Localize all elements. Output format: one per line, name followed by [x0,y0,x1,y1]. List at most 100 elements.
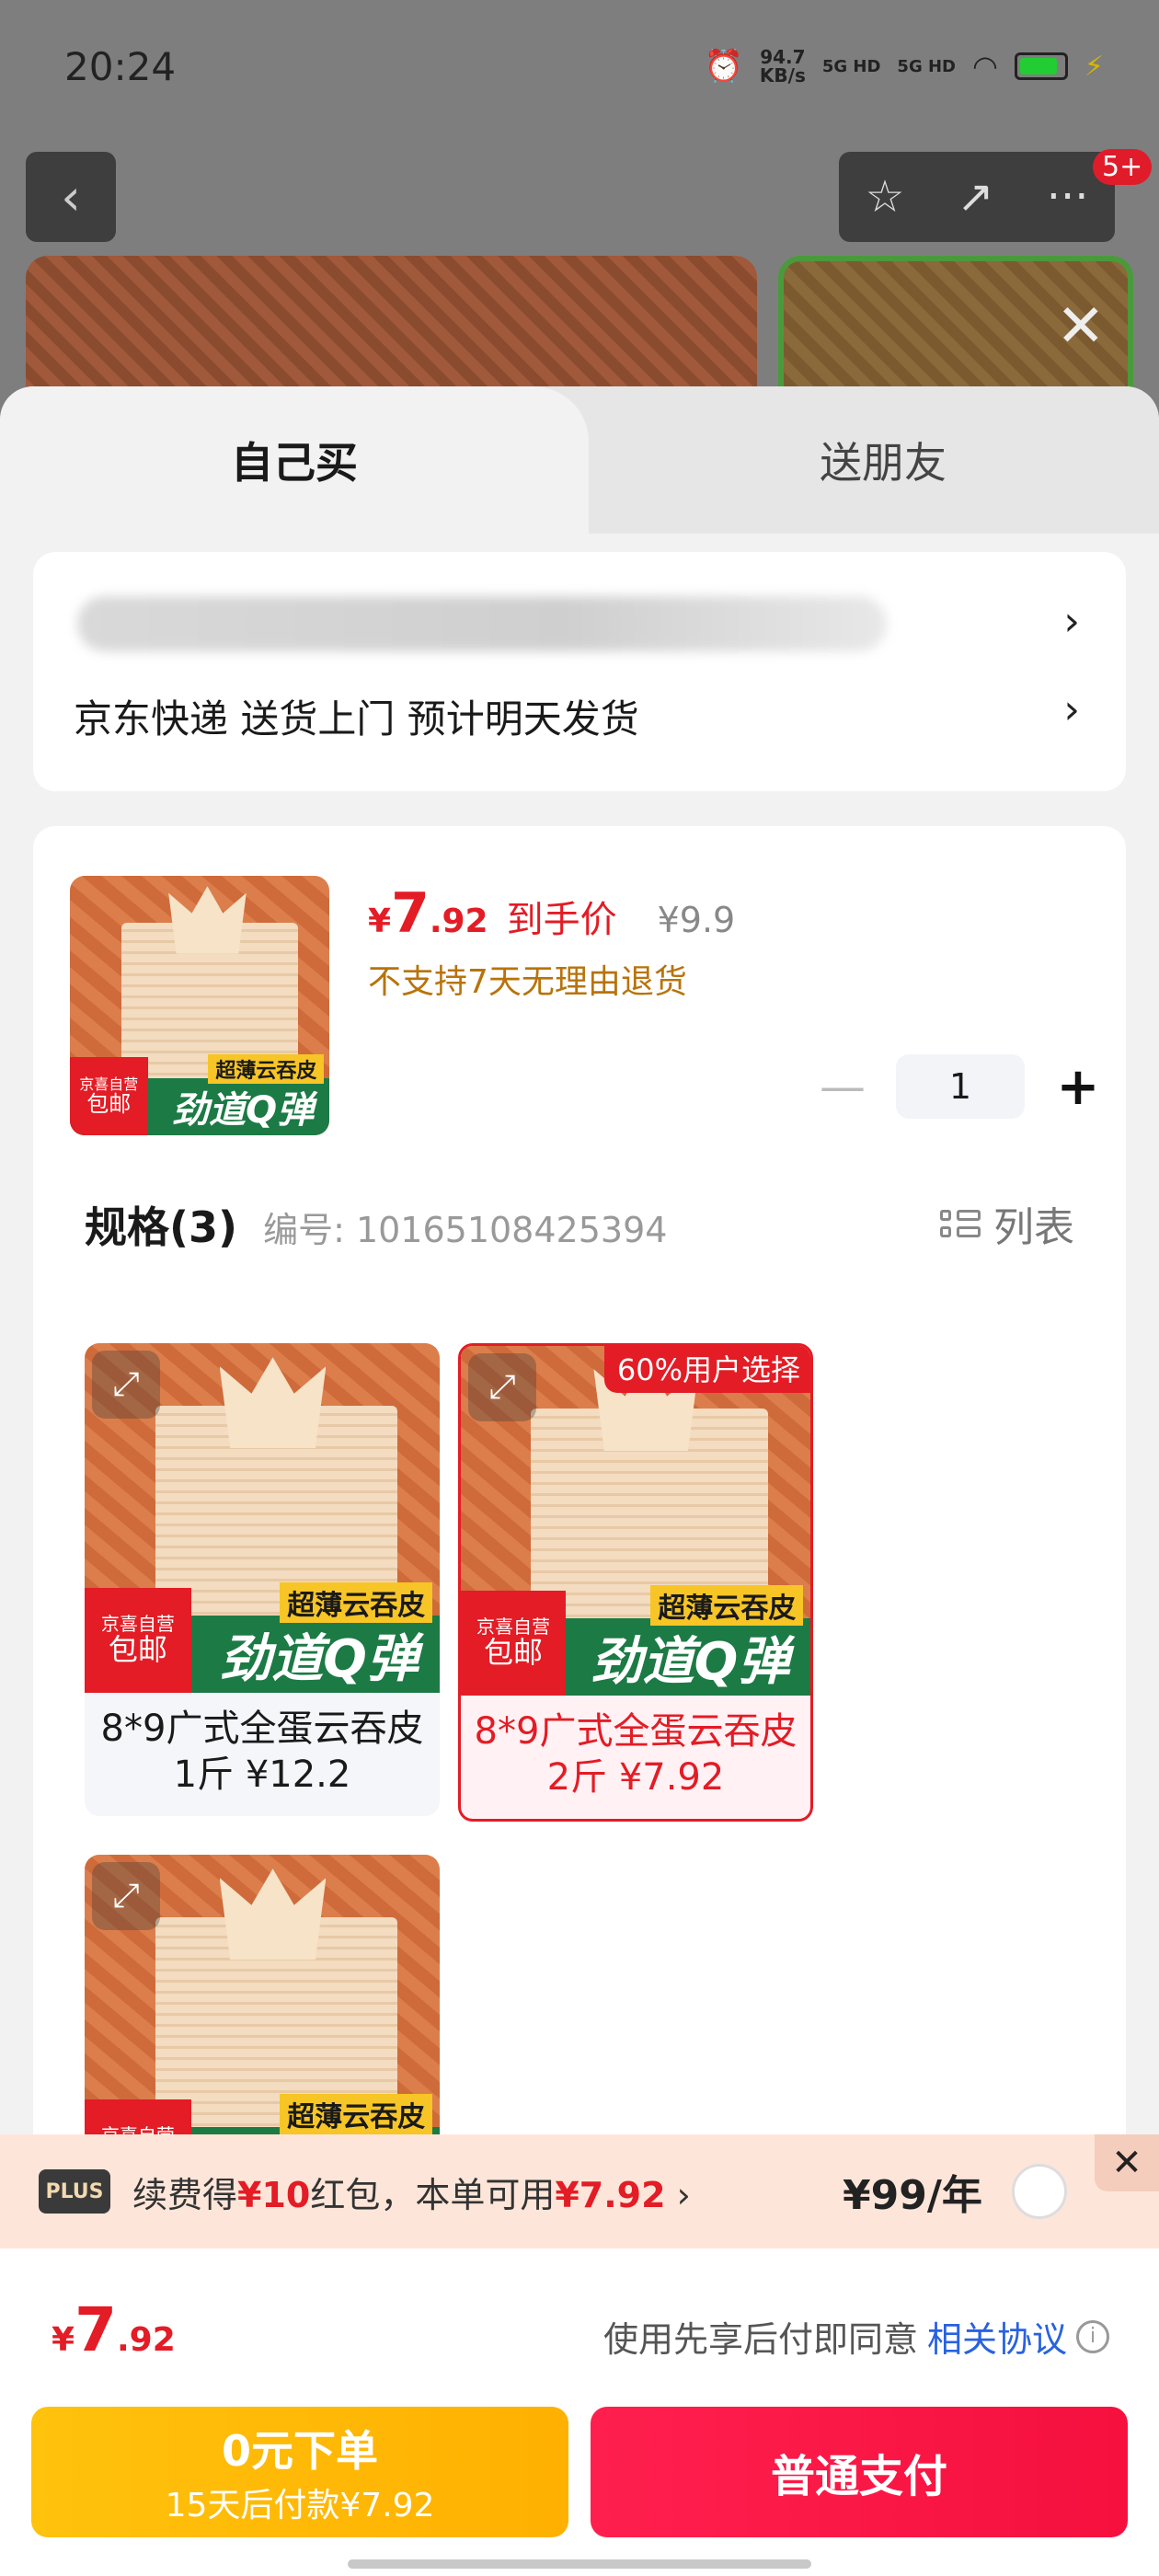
art-badge-bottom: 包邮 [483,1635,543,1671]
normal-pay-button[interactable]: 普通支付 [591,2407,1128,2537]
charging-icon: ⚡ [1084,50,1104,83]
agreement-text: 使用先享后付即同意 [602,2319,918,2360]
net-speed: 94.7 KB/s [760,48,806,85]
share-icon[interactable]: ↗ [958,171,994,223]
art-top [219,1357,327,1448]
wifi-icon: ◠ [972,49,998,84]
list-icon-part [957,1210,981,1221]
battery-icon [1014,52,1068,80]
art-tag: 超薄云吞皮 [280,1582,433,1623]
address-chevron-icon[interactable]: › [1063,598,1080,645]
agreement-link[interactable]: 相关协议 [927,2311,1067,2362]
spec-option-2[interactable]: 60%用户选择 劲道Q弹 超薄云吞皮 京喜自营 包邮 ⤢ 8*9广式全蛋云吞皮2… [458,1343,813,1822]
spec-option-label: 8*9广式全蛋云吞皮2斤 ¥7.92 [474,1710,798,1799]
back-button[interactable]: ‹ [26,152,116,242]
quantity-input[interactable]: 1 [896,1054,1025,1119]
spec-option-image: 劲道Q弹 超薄云吞皮 京喜自营 包邮 ⤢ [461,1346,810,1696]
plus-radio[interactable] [1012,2164,1067,2219]
spec-title: 规格(3) [85,1202,238,1252]
art-badge-top: 京喜自营 [100,1613,175,1636]
final-price-int: 7 [391,881,430,946]
total-price-int: 7 [75,2294,117,2365]
art-badge: 京喜自营 包邮 [85,1588,191,1693]
product-code: 编号: 10165108425394 [263,1210,668,1250]
product-image: 劲道Q弹 超薄云吞皮 京喜自营 包邮 [70,876,329,1135]
tab-buy-self[interactable]: 自己买 [0,386,589,534]
spec-header: 规格(3) 编号: 10165108425394 [85,1194,667,1255]
agreement-note: 使用先享后付即同意 相关协议 i [603,2311,1109,2362]
spec-option-image: 劲道Q弹 超薄云吞皮 京喜自营 包邮 ⤢ [85,1343,440,1693]
pay-later-title: 0元下单 [221,2426,378,2476]
shipping-chevron-icon[interactable]: › [1063,686,1080,733]
plus-logo: PLUS [39,2169,110,2214]
list-icon-part [940,1210,951,1221]
list-view-label: 列表 [993,1204,1074,1251]
plus-price: ¥99/年 [843,2172,982,2219]
tab-buy-self-label: 自己买 [231,438,358,488]
alarm-icon: ⏰ [704,48,743,85]
return-policy: 不支持7天无理由退货 [368,963,687,1001]
background-page: 20:24 ⏰ 94.7 KB/s 5G HD 5G HD ◠ ⚡ ‹ ☆ ↗ … [0,0,1159,440]
plus-promo-text: 续费得¥10红包，本单可用¥7.92 › [132,2167,691,2217]
product-image-badge: 京喜自营 包邮 [70,1057,148,1135]
address-card[interactable]: › 京东快递 送货上门 预计明天发货 › [33,552,1126,791]
address-redacted [77,596,887,651]
quantity-stepper: — 1 + [815,1054,1106,1119]
pay-later-subtitle: 15天后付款¥7.92 [165,2487,435,2524]
list-icon-part [940,1226,951,1237]
product-image-badge-bottom: 包邮 [86,1091,132,1118]
final-price-label: 到手价 [506,899,617,941]
home-indicator [348,2559,811,2569]
list-view-toggle[interactable]: 列表 [940,1194,1074,1253]
plus-text-c: 红包，本单可用 [310,2174,556,2215]
tab-gift-friend[interactable]: 送朋友 [534,386,1159,534]
plus-text-d: ¥7.92 [555,2174,666,2215]
list-icon-part [957,1226,981,1237]
original-price: ¥9.9 [657,900,736,940]
product-image-tag: 超薄云吞皮 [208,1053,325,1084]
chevron-left-icon: ‹ [61,167,81,226]
total-price: ¥7.92 [52,2294,176,2365]
art-top [219,1869,327,1960]
total-price-dec: .92 [117,2321,176,2359]
minus-icon[interactable]: — [815,1060,870,1113]
spec-option-label: 8*9广式全蛋云吞皮1斤 ¥12.2 [100,1708,424,1796]
expand-icon[interactable]: ⤢ [92,1862,160,1930]
art-badge-bottom: 包邮 [108,1632,167,1668]
final-price-dec: .92 [429,903,488,940]
message-badge: 5+ [1093,149,1153,185]
art-tag: 超薄云吞皮 [280,2094,433,2134]
price-row: ¥7.92 到手价 ¥9.9 [368,881,735,946]
expand-icon[interactable]: ⤢ [468,1353,536,1421]
final-price-currency: ¥ [368,903,392,940]
close-icon[interactable]: ✕ [1056,293,1106,361]
art-badge: 京喜自营 包邮 [461,1591,566,1696]
shipping-info: 京东快递 送货上门 预计明天发货 [74,696,639,742]
more-icon[interactable]: ··· [1047,171,1089,223]
plus-text-b: ¥10 [237,2174,311,2215]
product-card: 劲道Q弹 超薄云吞皮 京喜自营 包邮 ¥7.92 到手价 ¥9.9 不支持7天无… [33,826,1126,2204]
list-icon [940,1210,981,1237]
status-icons: ⏰ 94.7 KB/s 5G HD 5G HD ◠ ⚡ [705,48,1104,85]
art-tag: 超薄云吞皮 [650,1585,804,1626]
signal-1-icon: 5G HD [821,56,881,76]
product-image-badge-top: 京喜自营 [79,1075,139,1093]
info-icon[interactable]: i [1076,2319,1109,2353]
expand-icon[interactable]: ⤢ [92,1351,160,1419]
spec-option-1[interactable]: 劲道Q弹 超薄云吞皮 京喜自营 包邮 ⤢ 8*9广式全蛋云吞皮1斤 ¥12.2 [85,1343,440,1816]
plus-text-a: 续费得 [132,2174,238,2215]
pay-later-button[interactable]: 0元下单 15天后付款¥7.92 [31,2407,568,2537]
plus-icon[interactable]: + [1050,1057,1106,1117]
checkout-bar: ¥7.92 使用先享后付即同意 相关协议 i 0元下单 15天后付款¥7.92 普… [0,2248,1159,2576]
final-price: ¥7.92 [368,881,488,946]
top-actions: ☆ ↗ ··· [839,152,1115,242]
status-time: 20:24 [64,44,177,89]
product-thumbnail: 劲道Q弹 超薄云吞皮 京喜自营 包邮 [70,876,329,1135]
plus-promo-bar[interactable]: PLUS 续费得¥10红包，本单可用¥7.92 › ¥99/年 ✕ [0,2134,1159,2248]
close-icon[interactable]: ✕ [1095,2134,1159,2191]
chevron-right-icon: › [665,2174,691,2215]
total-price-currency: ¥ [52,2321,75,2359]
favorite-star-icon[interactable]: ☆ [865,171,904,223]
popular-badge: 60%用户选择 [603,1346,810,1393]
art-badge-top: 京喜自营 [476,1616,550,1639]
